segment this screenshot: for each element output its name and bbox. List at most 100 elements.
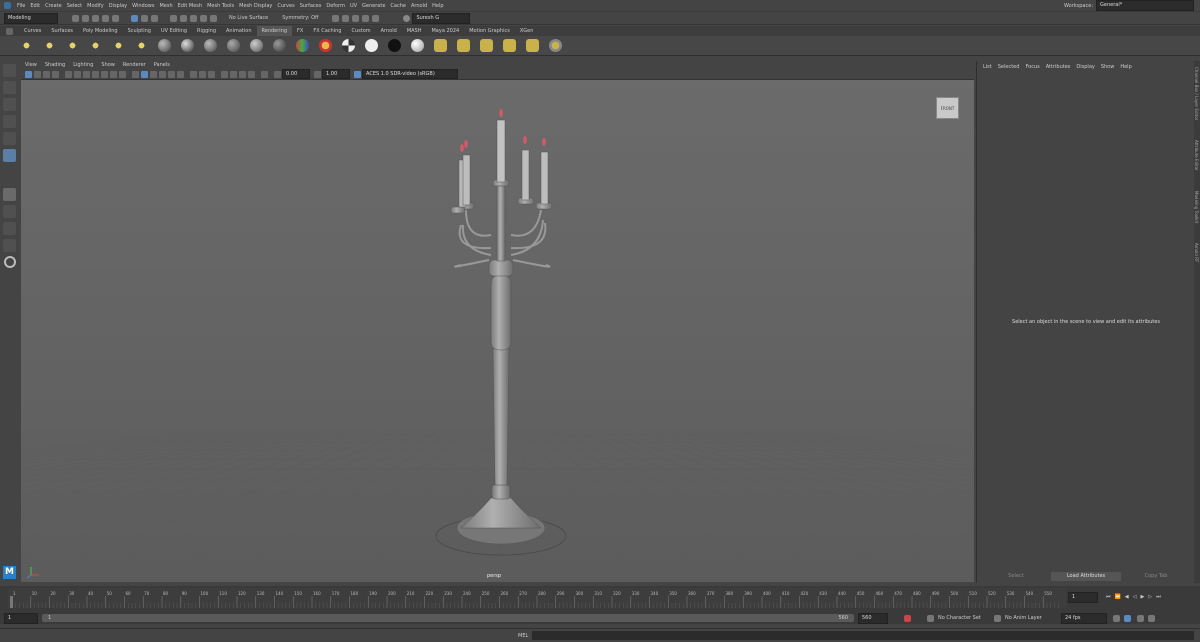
panel-menu-panels[interactable]: Panels — [154, 62, 170, 68]
depth-of-field-icon[interactable] — [248, 70, 255, 78]
menu-deform[interactable]: Deform — [326, 3, 345, 9]
perspective-viewport[interactable]: FRONT persp — [21, 80, 974, 582]
volume-light-icon[interactable] — [135, 39, 148, 52]
point-light-icon[interactable] — [66, 39, 79, 52]
character-set-label[interactable]: No Character Set — [938, 615, 986, 621]
attr-menu-show[interactable]: Show — [1101, 64, 1115, 70]
persp-outliner-layout-icon[interactable] — [3, 222, 16, 235]
paint-select-tool-icon[interactable] — [3, 98, 16, 111]
menu-mesh-display[interactable]: Mesh Display — [239, 3, 272, 9]
shelf-tab-uv-editing[interactable]: UV Editing — [156, 26, 192, 36]
audio-icon[interactable] — [1137, 614, 1144, 622]
hypershade-shelf-icon[interactable] — [549, 39, 562, 52]
shelf-tab-custom[interactable]: Custom — [346, 26, 375, 36]
arnold-render-icon[interactable] — [372, 14, 380, 22]
attr-menu-attributes[interactable]: Attributes — [1046, 64, 1071, 70]
new-scene-icon[interactable] — [72, 14, 79, 22]
menu-cache[interactable]: Cache — [390, 3, 406, 9]
render-icon[interactable] — [332, 14, 340, 22]
exposure-icon[interactable] — [274, 70, 281, 78]
white-material-icon[interactable] — [365, 39, 378, 52]
shelf-tab-motion-graphics[interactable]: Motion Graphics — [464, 26, 515, 36]
render-view-icon[interactable] — [503, 39, 516, 52]
menu-generate[interactable]: Generate — [362, 3, 385, 9]
xray-components-icon[interactable] — [208, 70, 215, 78]
step-back-frame-icon[interactable]: ◀ — [1125, 594, 1129, 600]
shelf-tab-surfaces[interactable]: Surfaces — [46, 26, 78, 36]
camera-attributes-icon[interactable] — [34, 70, 41, 78]
redo-icon[interactable] — [112, 14, 119, 22]
snap-view-icon[interactable] — [200, 14, 207, 22]
menu-windows[interactable]: Windows — [132, 3, 154, 9]
exposure-field[interactable]: 0.00 — [282, 69, 310, 79]
menu-curves[interactable]: Curves — [277, 3, 294, 9]
anim-layer-label[interactable]: No Anim Layer — [1005, 615, 1053, 621]
scale-tool-icon[interactable] — [3, 149, 16, 162]
side-tab-attribute-editor[interactable]: Attribute Editor — [1194, 140, 1199, 171]
wireframe-on-shaded-icon[interactable] — [150, 70, 157, 78]
select-component-icon[interactable] — [151, 14, 158, 22]
motion-blur-icon[interactable] — [230, 70, 237, 78]
user-dropdown[interactable]: Suresh G — [412, 12, 471, 24]
xray-joints-icon[interactable] — [199, 70, 206, 78]
shadow-material-icon[interactable] — [411, 39, 424, 52]
copy-tab-button[interactable]: Copy Tab — [1121, 572, 1191, 581]
playback-speed-icon[interactable] — [1124, 614, 1131, 622]
current-frame-field[interactable]: 1 — [1068, 591, 1098, 603]
move-tool-icon[interactable] — [3, 115, 16, 128]
safe-title-icon[interactable] — [119, 70, 126, 78]
aniso-material-icon[interactable] — [250, 39, 263, 52]
side-tab-modeling-toolkit[interactable]: Modeling Toolkit — [1194, 191, 1199, 223]
attr-menu-help[interactable]: Help — [1120, 64, 1131, 70]
shelf-tab-fx-caching[interactable]: FX Caching — [308, 26, 346, 36]
gamma-icon[interactable] — [314, 70, 321, 78]
maya-home-icon[interactable]: M — [3, 566, 16, 579]
ambient-light-icon[interactable] — [20, 39, 33, 52]
use-all-lights-icon[interactable] — [168, 70, 175, 78]
toon-shader-icon[interactable] — [319, 39, 332, 52]
lasso-tool-icon[interactable] — [3, 81, 16, 94]
panel-menu-view[interactable]: View — [25, 62, 37, 68]
fps-dropdown[interactable]: 24 fps — [1061, 612, 1107, 624]
command-input[interactable] — [532, 631, 863, 640]
auto-key-icon[interactable] — [904, 614, 911, 622]
surface-shader-icon[interactable] — [273, 39, 286, 52]
spot-light-icon[interactable] — [89, 39, 102, 52]
grid-toggle-icon[interactable] — [65, 70, 72, 78]
menu-file[interactable]: File — [17, 3, 25, 9]
panel-menu-shading[interactable]: Shading — [45, 62, 65, 68]
shelf-tab-curves[interactable]: Curves — [19, 26, 46, 36]
field-chart-icon[interactable] — [101, 70, 108, 78]
blinn-material-icon[interactable] — [181, 39, 194, 52]
snap-grid-icon[interactable] — [170, 14, 177, 22]
character-set-icon[interactable] — [927, 614, 934, 622]
menu-modify[interactable]: Modify — [87, 3, 104, 9]
play-forward-icon[interactable]: ▶ — [1140, 594, 1144, 600]
shelf-tab-arnold[interactable]: Arnold — [376, 26, 402, 36]
graph-layout-icon[interactable] — [3, 239, 16, 252]
xray-icon[interactable] — [190, 70, 197, 78]
attr-menu-list[interactable]: List — [983, 64, 992, 70]
directional-light-icon[interactable] — [43, 39, 56, 52]
menu-create[interactable]: Create — [45, 3, 62, 9]
ramp-shader-icon[interactable] — [296, 39, 309, 52]
shelf-tab-rigging[interactable]: Rigging — [192, 26, 221, 36]
side-tab-channel-box-layer-editor[interactable]: Channel Box / Layer Editor — [1194, 67, 1199, 120]
menu-mesh-tools[interactable]: Mesh Tools — [207, 3, 234, 9]
resolution-gate-icon[interactable] — [83, 70, 90, 78]
hypershade-icon[interactable] — [362, 14, 370, 22]
shadows-icon[interactable] — [177, 70, 184, 78]
snap-surface-icon[interactable] — [210, 14, 217, 22]
wireframe-icon[interactable] — [132, 70, 139, 78]
time-ruler[interactable]: 1 10 20 30 40 50 60 70 80 90 100 110 120 130 140 150 160… — [8, 588, 1066, 608]
phongE-material-icon[interactable] — [227, 39, 240, 52]
bookmarks-icon[interactable] — [43, 70, 50, 78]
side-tab-arnold-rt[interactable]: Arnold RT — [1194, 243, 1199, 262]
open-scene-icon[interactable] — [82, 14, 89, 22]
view-cube[interactable]: FRONT — [936, 97, 959, 119]
menu-uv[interactable]: UV — [350, 3, 357, 9]
panel-menu-renderer[interactable]: Renderer — [123, 62, 146, 68]
attr-menu-selected[interactable]: Selected — [998, 64, 1020, 70]
rotate-tool-icon[interactable] — [3, 132, 16, 145]
gamma-field[interactable]: 1.00 — [322, 69, 350, 79]
